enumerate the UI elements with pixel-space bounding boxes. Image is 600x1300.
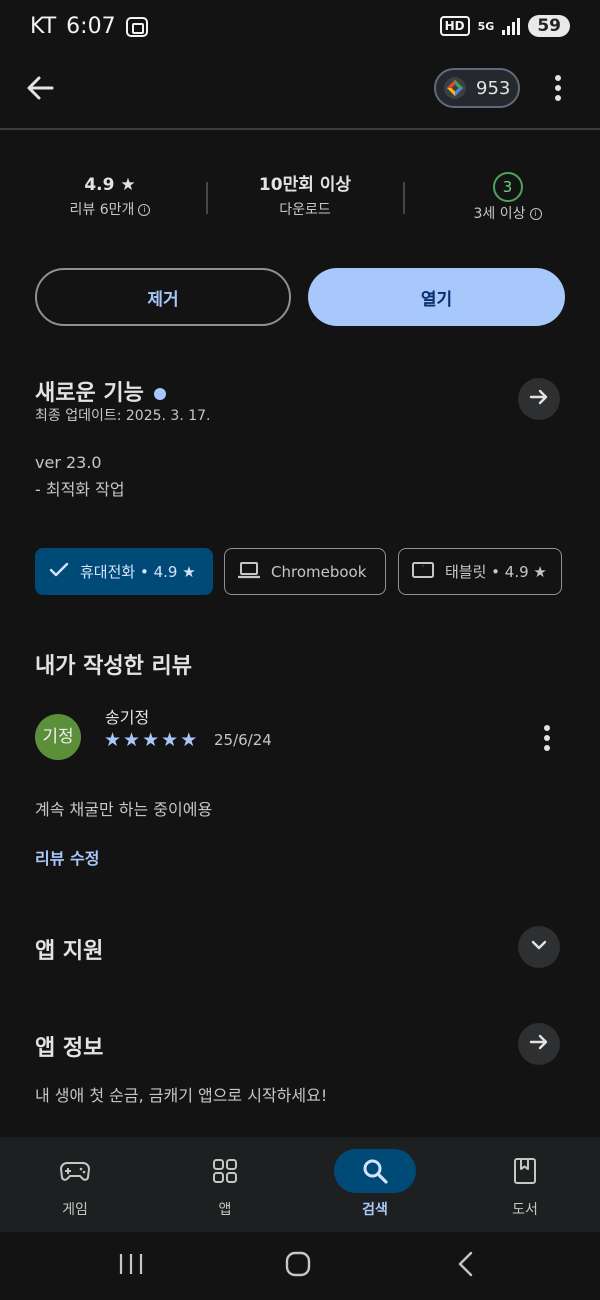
review-date: 25/6/24	[214, 731, 272, 749]
home-icon[interactable]	[285, 1251, 311, 1281]
star-icon: ★	[161, 729, 179, 751]
points-count: 953	[476, 77, 511, 99]
status-bar: KT 6:07 HD 5G 59	[0, 0, 600, 56]
apps-grid-icon	[184, 1149, 266, 1193]
uninstall-button[interactable]: 제거	[35, 268, 291, 326]
nav-label: 앱	[218, 1202, 232, 1218]
review-count: 리뷰 6만개	[69, 202, 135, 218]
check-icon	[48, 559, 70, 585]
device-chip-chromebook[interactable]: Chromebook	[224, 548, 386, 595]
edit-review-link[interactable]: 리뷰 수정	[35, 845, 99, 869]
nav-item-books[interactable]: 도서	[475, 1137, 575, 1232]
recent-apps-icon[interactable]	[118, 1252, 144, 1280]
device-chip-tablet[interactable]: 태블릿 • 4.9 ★	[398, 548, 562, 595]
content-rating-stat: 3 3세 이상 i	[445, 172, 570, 226]
downloads-stat: 10만회 이상 다운로드	[235, 172, 375, 222]
app-support-title: 앱 지원	[35, 939, 104, 964]
device-chip-label: 휴대전화 • 4.9 ★	[80, 563, 196, 581]
divider	[403, 182, 405, 214]
device-chip-label: Chromebook	[271, 562, 367, 581]
star-icon: ★	[123, 729, 141, 751]
arrow-right-icon	[527, 1030, 551, 1058]
nav-label: 게임	[62, 1202, 88, 1218]
age-rating-badge: 3	[492, 172, 523, 202]
version-text: ver 23.0	[35, 453, 102, 472]
nav-item-apps[interactable]: 앱	[175, 1137, 275, 1232]
battery-indicator: 59	[528, 15, 570, 37]
whats-new-heading: 새로운 기능	[35, 375, 166, 407]
chevron-down-icon	[528, 934, 550, 960]
open-button[interactable]: 열기	[308, 268, 565, 326]
play-points-icon	[444, 77, 466, 99]
carrier-label: KT	[30, 14, 57, 39]
nav-label: 검색	[362, 1202, 388, 1218]
arrow-right-icon	[527, 385, 551, 413]
app-description: 내 생애 첫 순금, 금캐기 앱으로 시작하세요!	[35, 1086, 328, 1105]
nav-label: 도서	[512, 1202, 538, 1218]
screen-capture-icon	[125, 16, 148, 37]
app-support-expand-button[interactable]	[518, 926, 560, 968]
nav-item-games[interactable]: 게임	[25, 1137, 125, 1232]
my-review-title: 내가 작성한 리뷰	[35, 654, 192, 679]
book-icon	[484, 1149, 566, 1193]
tablet-icon	[411, 560, 435, 584]
back-arrow-icon[interactable]	[22, 70, 58, 106]
reviewer-name: 송기정	[105, 708, 150, 727]
downloads-label: 다운로드	[279, 202, 331, 218]
clock: 6:07	[66, 14, 116, 39]
release-notes: - 최적화 작업	[35, 480, 125, 499]
system-navigation-bar	[0, 1232, 600, 1300]
search-icon	[334, 1149, 416, 1193]
review-star-rating: ★ ★ ★ ★ ★	[104, 730, 197, 750]
downloads-value: 10만회 이상	[258, 175, 352, 195]
star-icon: ★	[180, 729, 198, 751]
new-indicator-dot	[153, 388, 166, 400]
star-icon: ★	[142, 729, 160, 751]
laptop-icon	[237, 560, 261, 584]
whats-new-title: 새로운 기능	[35, 381, 144, 406]
back-nav-icon[interactable]	[456, 1251, 476, 1281]
info-icon[interactable]: i	[138, 204, 151, 216]
divider	[0, 128, 600, 130]
rating-stat: 4.9 ★ 리뷰 6만개 i	[50, 172, 170, 222]
nav-item-search[interactable]: 검색	[325, 1137, 425, 1232]
bottom-navigation: 게임 앱 검색 도서	[0, 1137, 600, 1232]
device-chip-phone[interactable]: 휴대전화 • 4.9 ★	[35, 548, 213, 595]
network-5g-icon: 5G	[477, 19, 495, 33]
gamepad-icon	[34, 1149, 116, 1193]
rating-value: 4.9	[84, 175, 115, 195]
signal-strength-icon	[502, 17, 521, 35]
age-rating-label: 3세 이상	[473, 206, 526, 222]
more-options-icon[interactable]	[546, 74, 570, 102]
play-points-chip[interactable]: 953	[434, 68, 520, 108]
review-more-options-icon[interactable]	[536, 724, 558, 752]
star-icon: ★	[120, 175, 136, 195]
app-info-arrow-button[interactable]	[518, 1023, 560, 1065]
device-chip-label: 태블릿 • 4.9 ★	[445, 563, 547, 581]
divider	[206, 182, 208, 214]
app-info-title: 앱 정보	[35, 1036, 104, 1061]
last-updated: 최종 업데이트: 2025. 3. 17.	[35, 408, 211, 424]
avatar: 기정	[35, 714, 81, 760]
info-icon[interactable]: i	[529, 208, 542, 220]
hd-voice-icon: HD	[439, 16, 470, 36]
review-body: 계속 채굴만 하는 중이에용	[35, 800, 213, 819]
whats-new-arrow-button[interactable]	[518, 378, 560, 420]
star-icon: ★	[104, 729, 122, 751]
